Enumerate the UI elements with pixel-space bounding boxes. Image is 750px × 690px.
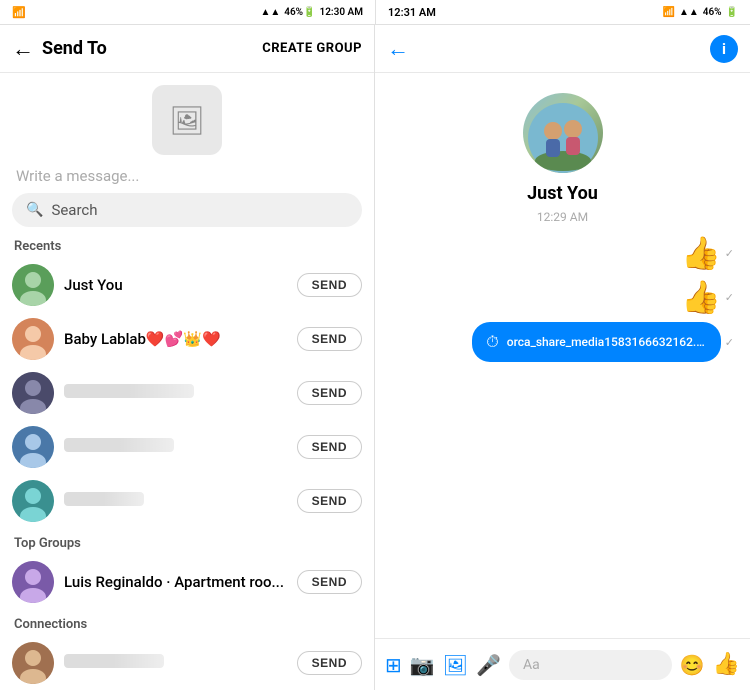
thumbs-up-message-2: 👍 ✓	[681, 278, 734, 316]
send-button-luis-group[interactable]: SEND	[297, 570, 362, 594]
avatar-baby-lablab	[12, 318, 54, 360]
avatar-connection-1	[12, 642, 54, 684]
msg-check-file: ✓	[725, 336, 734, 349]
back-button[interactable]: ←	[12, 36, 34, 62]
search-icon: 🔍	[26, 202, 43, 218]
send-to-title: Send To	[42, 38, 262, 59]
send-button-3[interactable]: SEND	[297, 381, 362, 405]
file-message-wrap: ⏱ orca_share_media1583166632162.pdf ✓	[472, 322, 734, 362]
contact-name-baby-lablab: Baby Lablab❤️💕👑❤️	[64, 330, 287, 348]
send-button-connection-1[interactable]: SEND	[297, 651, 362, 675]
contact-item-baby-lablab[interactable]: Baby Lablab❤️💕👑❤️ SEND	[0, 312, 374, 366]
messages-area: 👍 ✓ 👍 ✓ ⏱ orca_share_media1583166632162.…	[387, 234, 738, 362]
left-battery-icon: 46%🔋	[284, 7, 315, 18]
chat-avatar	[523, 93, 603, 173]
file-name: orca_share_media1583166632162.pdf	[507, 335, 707, 349]
search-container: 🔍 Search	[0, 193, 374, 235]
send-like-button[interactable]: 👍	[713, 652, 740, 677]
status-bar-left: 📶 ▲▲ 46%🔋 12:30 AM	[0, 0, 375, 24]
avatar-contact-5	[12, 480, 54, 522]
create-group-button[interactable]: CREATE GROUP	[262, 41, 362, 56]
file-message[interactable]: ⏱ orca_share_media1583166632162.pdf	[472, 322, 720, 362]
send-button-5[interactable]: SEND	[297, 489, 362, 513]
chat-input-bar: ⊞ 📷 🖼 🎤 Aa 😊 👍	[375, 638, 750, 690]
contact-list: Just You SEND Baby Lablab❤️💕👑❤️ SEND	[0, 258, 374, 690]
thumbs-up-icon-1: 👍	[681, 234, 721, 272]
chat-name: Just You	[527, 183, 598, 204]
image-box: 🖼	[152, 85, 222, 155]
right-time: 12:31 AM	[388, 6, 436, 19]
contact-name-just-you: Just You	[64, 276, 287, 294]
left-wifi-icon: 📶	[12, 6, 26, 19]
right-header: ← i	[375, 25, 750, 73]
contact-name-connection-1	[64, 654, 287, 672]
status-bar-right: 12:31 AM 📶 ▲▲ 46% 🔋	[375, 0, 750, 24]
contact-name-5	[64, 492, 287, 510]
blurred-name-3	[64, 384, 194, 398]
blurred-name-5	[64, 492, 144, 506]
top-groups-label: Top Groups	[0, 528, 374, 555]
contact-item-connection-1[interactable]: SEND	[0, 636, 374, 690]
right-back-button[interactable]: ←	[387, 36, 409, 62]
info-button[interactable]: i	[710, 35, 738, 63]
chat-area: Just You 12:29 AM 👍 ✓ 👍 ✓ ⏱ orca_share_m…	[375, 73, 750, 638]
blurred-name-4	[64, 438, 174, 452]
msg-check-2: ✓	[725, 291, 734, 304]
contact-name-luis-group: Luis Reginaldo · Apartment roo...	[64, 573, 287, 591]
right-signal-icon: ▲▲	[679, 7, 699, 18]
contact-item-5[interactable]: SEND	[0, 474, 374, 528]
contact-item-3[interactable]: SEND	[0, 366, 374, 420]
connections-label: Connections	[0, 609, 374, 636]
emoji-icon[interactable]: 😊	[680, 653, 705, 677]
right-wifi-icon: 📶	[662, 7, 674, 18]
thumbs-up-icon-2: 👍	[681, 278, 721, 316]
recents-label: Recents	[0, 235, 374, 258]
contact-item-4[interactable]: SEND	[0, 420, 374, 474]
status-bars: 📶 ▲▲ 46%🔋 12:30 AM 12:31 AM 📶 ▲▲ 46% 🔋	[0, 0, 750, 24]
contact-name-3	[64, 384, 287, 402]
info-icon: i	[722, 40, 726, 58]
avatar-contact-4	[12, 426, 54, 468]
right-panel: ← i	[375, 25, 750, 690]
mic-icon[interactable]: 🎤	[476, 653, 501, 677]
contact-name-4	[64, 438, 287, 456]
avatar-contact-3	[12, 372, 54, 414]
chat-avatar-inner	[523, 93, 603, 173]
chat-input-box[interactable]: Aa	[509, 650, 672, 680]
chat-timestamp: 12:29 AM	[537, 210, 588, 224]
file-icon: ⏱	[486, 332, 498, 352]
left-time: 12:30 AM	[320, 7, 364, 18]
search-box[interactable]: 🔍 Search	[12, 193, 362, 227]
msg-check-1: ✓	[725, 247, 734, 260]
contact-item-just-you[interactable]: Just You SEND	[0, 258, 374, 312]
right-battery: 46%	[703, 7, 722, 18]
main-content: ← Send To CREATE GROUP 🖼 Write a message…	[0, 24, 750, 690]
blurred-name-conn-1	[64, 654, 164, 668]
avatar-luis-group	[12, 561, 54, 603]
search-input[interactable]: Search	[51, 201, 97, 219]
camera-icon[interactable]: 📷	[410, 653, 435, 677]
right-battery-icon: 🔋	[726, 7, 738, 18]
avatar-just-you	[12, 264, 54, 306]
photo-icon[interactable]: 🖼	[443, 653, 468, 677]
send-button-just-you[interactable]: SEND	[297, 273, 362, 297]
chat-avatar-svg	[528, 103, 598, 173]
chat-avatar-wrap	[523, 93, 603, 173]
send-button-baby-lablab[interactable]: SEND	[297, 327, 362, 351]
left-header: ← Send To CREATE GROUP	[0, 25, 374, 73]
image-icon: 🖼	[169, 104, 205, 137]
left-signal-icon: ▲▲	[260, 7, 280, 18]
left-panel: ← Send To CREATE GROUP 🖼 Write a message…	[0, 25, 375, 690]
contact-item-luis-group[interactable]: Luis Reginaldo · Apartment roo... SEND	[0, 555, 374, 609]
thumbs-up-message-1: 👍 ✓	[681, 234, 734, 272]
send-button-4[interactable]: SEND	[297, 435, 362, 459]
grid-icon[interactable]: ⊞	[385, 653, 402, 677]
image-placeholder: 🖼	[0, 73, 374, 163]
write-message-placeholder: Write a message...	[0, 163, 374, 193]
